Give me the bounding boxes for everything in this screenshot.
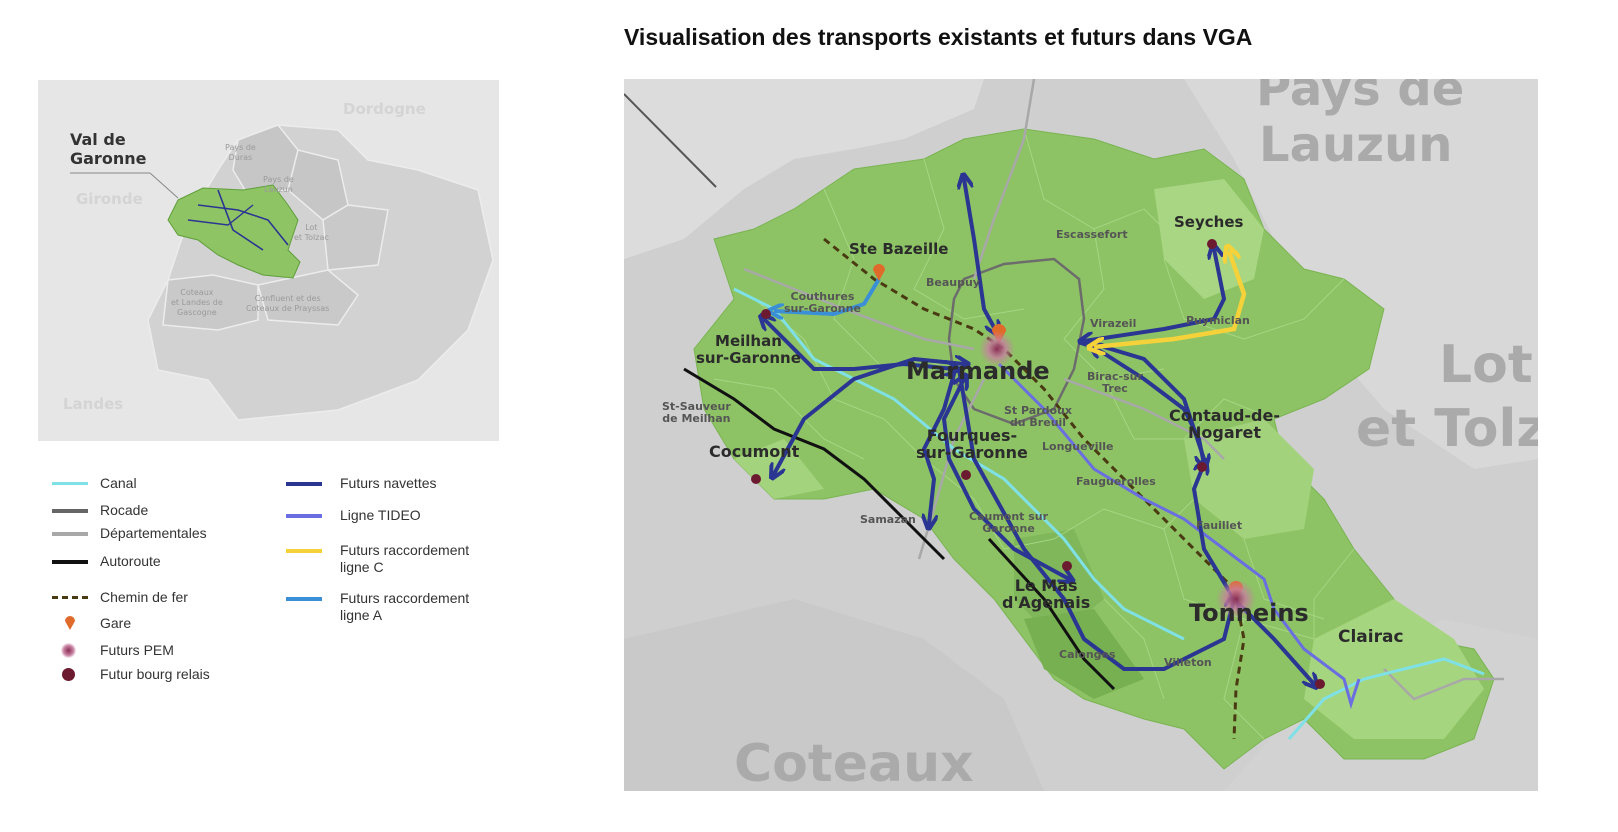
legend-label: Rocade	[100, 502, 149, 518]
town-label-escassefort: Escassefort	[1056, 228, 1128, 241]
inset-label-gironde: Gironde	[76, 190, 143, 208]
legend-item-bourg-relais: Futur bourg relais	[50, 666, 210, 683]
inset-label-pays-de-lauzun: Pays de Lauzun	[263, 175, 294, 194]
legend-label: Futur bourg relais	[100, 666, 210, 682]
town-label-ste-bazeille: Ste Bazeille	[849, 240, 949, 258]
town-label-fauillet: Fauillet	[1196, 519, 1243, 532]
legend-item-departementales: Départementales	[50, 525, 207, 542]
town-label-contaud: Contaud-de- Nogaret	[1169, 406, 1280, 442]
inset-label-val-de-garonne: Val de Garonne	[70, 130, 147, 168]
town-label-virazeil: Virazeil	[1090, 317, 1137, 330]
town-label-st-sauveur: St-Sauveur de Meilhan	[662, 400, 731, 425]
town-label-villeton: Villeton	[1164, 656, 1212, 669]
town-label-birac: Birac-sur Trec	[1087, 370, 1143, 395]
legend-dashed-icon	[50, 589, 100, 606]
town-label-marmande: Marmande	[906, 357, 1050, 385]
map-outer-label-lauzun: Lauzun	[1259, 117, 1453, 173]
transport-map: Pays de Lauzun Lot et Tolz Coteaux Ste B…	[624, 79, 1538, 791]
legend-label: Autoroute	[100, 553, 161, 569]
legend-line-icon	[50, 475, 100, 492]
legend-label: Futurs raccordement ligne A	[340, 590, 470, 623]
town-label-samazan: Samazan	[860, 513, 916, 526]
legend-line-icon	[284, 507, 340, 524]
town-label-fauguerolles: Fauguerolles	[1076, 475, 1156, 488]
inset-label-coteaux-landes-gascogne: Coteaux et Landes de Gascogne	[171, 288, 223, 317]
bourg-relais-dot-icon	[50, 666, 100, 683]
legend-item-gare: Gare	[50, 615, 131, 632]
legend-label: Futurs navettes	[340, 475, 437, 491]
town-label-fourques: Fourques- sur-Garonne	[916, 426, 1028, 462]
legend-line-icon	[50, 525, 100, 542]
legend-line-icon	[284, 590, 340, 607]
inset-label-lot-et-tolzac: Lot et Tolzac	[294, 223, 329, 242]
legend-line-icon	[50, 553, 100, 570]
legend-label: Ligne TIDEO	[340, 507, 421, 523]
town-label-clairac: Clairac	[1338, 627, 1404, 647]
legend-item-canal: Canal	[50, 475, 137, 492]
inset-label-confluent: Confluent et des Coteaux de Prayssas	[246, 294, 330, 313]
town-label-beaupuy: Beaupuy	[926, 276, 980, 289]
town-label-calonges: Calonges	[1059, 648, 1116, 661]
map-outer-label-pays-de: Pays de	[1256, 79, 1465, 117]
legend-label: Futurs PEM	[100, 642, 174, 658]
town-label-seyches: Seyches	[1174, 213, 1244, 231]
legend-item-futurs-pem: Futurs PEM	[50, 642, 174, 659]
town-label-puymiclan: Puymiclan	[1186, 314, 1250, 327]
legend-item-autoroute: Autoroute	[50, 553, 161, 570]
pem-glow-icon	[50, 642, 100, 659]
legend-line-icon	[284, 542, 340, 559]
map-outer-label-et-tolz: et Tolz	[1356, 399, 1538, 459]
page-title: Visualisation des transports existants e…	[624, 24, 1253, 50]
town-label-longueville: Longueville	[1042, 440, 1114, 453]
legend-item-rocade: Rocade	[50, 502, 148, 519]
inset-label-pays-de-duras: Pays de Duras	[225, 143, 256, 162]
legend-label: Départementales	[100, 525, 207, 541]
map-outer-label-coteaux: Coteaux	[734, 734, 974, 791]
map-outer-label-lot: Lot	[1439, 335, 1533, 395]
town-label-couthures: Couthures sur-Garonne	[784, 290, 861, 315]
legend-item-raccordement-a: Futurs raccordement ligne A	[284, 590, 469, 624]
town-label-caumont: Caumont sur Garonne	[969, 510, 1049, 535]
town-label-tonneins: Tonneins	[1189, 599, 1309, 627]
inset-label-dordogne: Dordogne	[343, 100, 426, 118]
legend-label: Gare	[100, 615, 132, 631]
town-label-cocumont: Cocumont	[709, 442, 800, 461]
legend-item-raccordement-c: Futurs raccordement ligne C	[284, 542, 469, 576]
town-label-meilhan: Meilhan sur-Garonne	[696, 332, 801, 367]
legend-item-futurs-navettes: Futurs navettes	[284, 475, 437, 492]
inset-locator-map: Val de Garonne Dordogne Gironde Landes P…	[38, 80, 499, 441]
legend-label: Canal	[100, 475, 137, 491]
legend-label: Chemin de fer	[100, 589, 188, 605]
inset-label-landes: Landes	[63, 395, 124, 413]
town-label-le-mas: Le Mas d'Agenais	[1002, 576, 1091, 612]
legend-line-icon	[284, 475, 340, 492]
legend-label: Futurs raccordement ligne C	[340, 542, 470, 575]
gare-pin-icon	[50, 615, 100, 632]
legend-item-ligne-tideo: Ligne TIDEO	[284, 507, 421, 524]
legend-item-chemin-de-fer: Chemin de fer	[50, 589, 188, 606]
legend-line-icon	[50, 502, 100, 519]
